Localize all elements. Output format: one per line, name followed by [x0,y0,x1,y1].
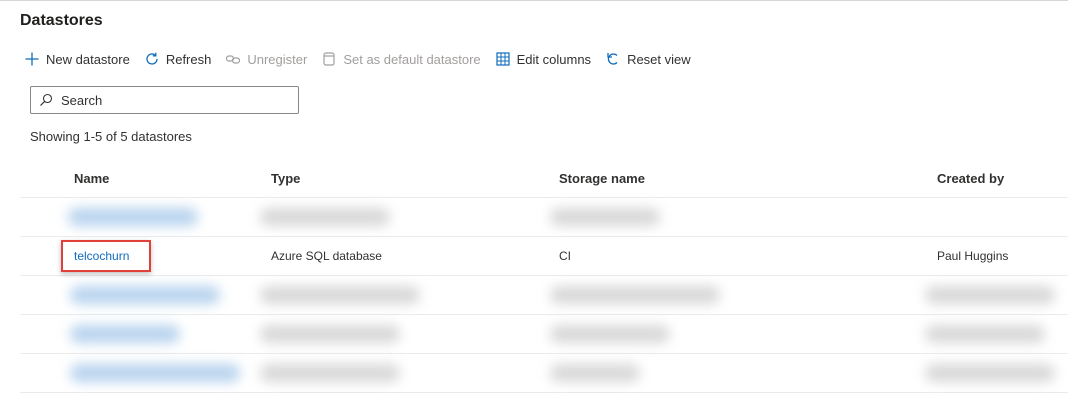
new-datastore-label: New datastore [46,51,130,67]
table-row[interactable] [20,198,1068,237]
highlight-box [61,240,151,272]
page-title: Datastores [20,12,103,29]
refresh-label: Refresh [165,51,212,67]
table-header: Name Type Storage name Created by [20,160,1068,198]
column-header-created-by[interactable]: Created by [937,171,1004,186]
set-default-label: Set as default datastore [343,51,481,67]
search-input[interactable] [61,92,281,108]
new-datastore-button[interactable]: New datastore [24,48,130,70]
redacted-storage [550,364,640,382]
unregister-button[interactable]: Unregister [225,48,307,70]
results-count: Showing 1-5 of 5 datastores [30,129,192,144]
unregister-label: Unregister [247,51,308,67]
edit-columns-button[interactable]: Edit columns [495,48,591,70]
redacted-created-by [925,325,1045,343]
database-icon [321,51,337,67]
unlink-icon [225,51,241,67]
table-row[interactable] [20,315,1068,354]
search-icon [39,93,53,107]
redacted-type [260,325,400,343]
command-bar: New datastore Refresh Unregister Set as … [24,48,705,70]
top-divider [0,0,1068,1]
redacted-name [70,286,220,304]
redacted-name [70,364,240,382]
table-columns-icon [495,51,511,67]
table-row[interactable] [20,276,1068,315]
datastore-type: Azure SQL database [271,249,382,263]
reset-view-button[interactable]: Reset view [605,48,691,70]
edit-columns-label: Edit columns [516,51,592,67]
redacted-storage [550,325,670,343]
redacted-created-by [925,364,1055,382]
plus-icon [24,51,40,67]
reset-view-label: Reset view [627,51,691,67]
redacted-created-by [925,286,1055,304]
redacted-storage [550,208,660,226]
search-field[interactable] [30,86,299,114]
redacted-type [260,286,420,304]
redacted-name [68,208,198,226]
refresh-icon [144,51,160,67]
redacted-storage [550,286,720,304]
refresh-button[interactable]: Refresh [144,48,212,70]
undo-icon [605,51,621,67]
datastore-created-by: Paul Huggins [937,249,1009,263]
column-header-type[interactable]: Type [271,171,300,186]
redacted-name [70,325,180,343]
redacted-type [260,208,390,226]
datastores-table: Name Type Storage name Created by telcoc… [20,160,1068,393]
table-row[interactable] [20,354,1068,393]
column-header-storage-name[interactable]: Storage name [559,171,645,186]
set-default-datastore-button[interactable]: Set as default datastore [321,48,481,70]
column-header-name[interactable]: Name [74,171,109,186]
table-row[interactable]: telcochurn Azure SQL database CI Paul Hu… [20,237,1068,276]
datastore-storage-name: CI [559,249,571,263]
redacted-type [260,364,400,382]
